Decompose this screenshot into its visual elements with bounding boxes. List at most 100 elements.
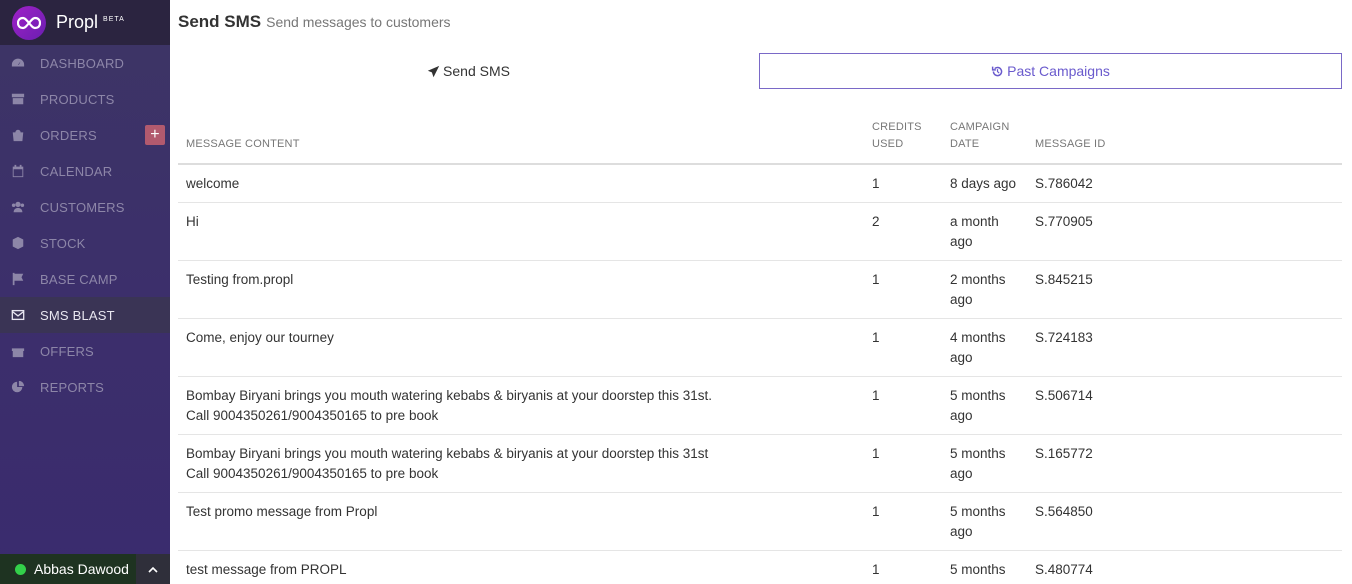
sidebar-item-calendar[interactable]: CALENDAR [0, 153, 170, 189]
user-menu-toggle[interactable] [136, 554, 170, 584]
tab-past-campaigns[interactable]: Past Campaigns [759, 53, 1342, 89]
envelope-icon [10, 307, 26, 323]
sidebar-item-label: CALENDAR [40, 163, 113, 179]
cube-icon [10, 235, 26, 251]
tab-send-sms[interactable]: Send SMS [178, 53, 759, 89]
date-cell: 5 months ago [942, 492, 1027, 551]
message-content-cell: Testing from.propl [178, 260, 864, 319]
online-status-icon [15, 563, 26, 575]
message-id-cell: S.564850 [1027, 492, 1342, 551]
main-content: Send SMS Send messages to customers Send… [170, 0, 1352, 584]
table-row[interactable]: Bombay Biryani brings you mouth watering… [178, 376, 1342, 435]
gift-icon [10, 343, 26, 359]
table-header-row: MESSAGE CONTENT CREDITS USED CAMPAIGN DA… [178, 115, 1342, 165]
message-content-cell: welcome [178, 163, 864, 203]
column-header-credits-used[interactable]: CREDITS USED [864, 115, 942, 165]
sidebar-item-label: ORDERS [40, 127, 97, 143]
message-content-cell: Test promo message from Propl [178, 492, 864, 551]
sidebar-item-stock[interactable]: STOCK [0, 225, 170, 261]
tab-label: Send SMS [443, 63, 510, 79]
date-cell: 5 months ago [942, 376, 1027, 435]
sidebar-item-label: STOCK [40, 235, 86, 251]
sidebar: Propl BETA DASHBOARD PRODUCTS ORDERS + C… [0, 0, 170, 584]
table-row[interactable]: Hi 2 a month ago S.770905 [178, 202, 1342, 261]
credits-cell: 2 [864, 202, 942, 261]
sidebar-item-label: SMS BLAST [40, 307, 115, 323]
shopping-bag-icon [10, 127, 26, 143]
date-cell: 4 months ago [942, 318, 1027, 377]
message-content-cell: Hi [178, 202, 864, 261]
sidebar-item-customers[interactable]: CUSTOMERS [0, 189, 170, 225]
pie-chart-icon [10, 379, 26, 395]
campaigns-table: MESSAGE CONTENT CREDITS USED CAMPAIGN DA… [178, 115, 1342, 584]
date-cell: 2 months ago [942, 260, 1027, 319]
add-order-button[interactable]: + [145, 125, 165, 145]
credits-cell: 1 [864, 260, 942, 319]
credits-cell: 1 [864, 434, 942, 493]
date-cell: 5 months ago [942, 434, 1027, 493]
dashboard-icon [10, 55, 26, 71]
tabs: Send SMS Past Campaigns [178, 53, 1342, 89]
message-id-cell: S.724183 [1027, 318, 1342, 377]
sidebar-item-label: PRODUCTS [40, 91, 115, 107]
message-id-cell: S.845215 [1027, 260, 1342, 319]
sidebar-nav: DASHBOARD PRODUCTS ORDERS + CALENDAR CUS… [0, 45, 170, 405]
sidebar-item-sms-blast[interactable]: SMS BLAST [0, 297, 170, 333]
credits-cell: 1 [864, 492, 942, 551]
tab-label: Past Campaigns [1007, 63, 1110, 79]
user-bar: Abbas Dawood [0, 554, 170, 584]
date-cell: 8 days ago [942, 163, 1027, 203]
calendar-icon [10, 163, 26, 179]
sidebar-item-products[interactable]: PRODUCTS [0, 81, 170, 117]
sidebar-item-label: CUSTOMERS [40, 199, 125, 215]
sidebar-item-orders[interactable]: ORDERS + [0, 117, 170, 153]
message-content-cell: test message from PROPL [178, 550, 864, 584]
paper-plane-icon [427, 65, 440, 77]
credits-cell: 1 [864, 318, 942, 377]
credits-cell: 1 [864, 376, 942, 435]
table-row[interactable]: Bombay Biryani brings you mouth watering… [178, 434, 1342, 493]
message-content-cell: Come, enjoy our tourney [178, 318, 864, 377]
beta-badge: BETA [103, 16, 125, 23]
user-menu[interactable]: Abbas Dawood [0, 554, 136, 584]
sidebar-item-reports[interactable]: REPORTS [0, 369, 170, 405]
brand[interactable]: Propl BETA [0, 0, 170, 45]
chevron-up-icon [148, 566, 158, 573]
sidebar-item-base-camp[interactable]: BASE CAMP [0, 261, 170, 297]
infinity-logo-icon [12, 5, 46, 40]
sidebar-item-label: DASHBOARD [40, 55, 125, 71]
users-icon [10, 199, 26, 215]
table-row[interactable]: welcome 1 8 days ago S.786042 [178, 163, 1342, 203]
table-row[interactable]: test message from PROPL 1 5 months ago S… [178, 550, 1342, 584]
message-id-cell: S.786042 [1027, 163, 1342, 203]
message-id-cell: S.165772 [1027, 434, 1342, 493]
table-row[interactable]: Come, enjoy our tourney 1 4 months ago S… [178, 318, 1342, 377]
brand-name: Propl [56, 12, 99, 32]
history-icon [992, 66, 1003, 76]
archive-icon [10, 91, 26, 107]
sidebar-item-dashboard[interactable]: DASHBOARD [0, 45, 170, 81]
page-subtitle: Send messages to customers [266, 14, 451, 30]
message-id-cell: S.770905 [1027, 202, 1342, 261]
table-row[interactable]: Test promo message from Propl 1 5 months… [178, 492, 1342, 551]
column-header-message-content[interactable]: MESSAGE CONTENT [178, 115, 864, 165]
message-id-cell: S.506714 [1027, 376, 1342, 435]
sidebar-item-label: REPORTS [40, 379, 105, 395]
sidebar-item-label: BASE CAMP [40, 271, 118, 287]
column-header-campaign-date[interactable]: CAMPAIGN DATE [942, 115, 1027, 165]
credits-cell: 1 [864, 550, 942, 584]
sidebar-item-offers[interactable]: OFFERS [0, 333, 170, 369]
message-content-cell: Bombay Biryani brings you mouth watering… [178, 434, 864, 493]
date-cell: a month ago [942, 202, 1027, 261]
page-title: Send SMS [178, 12, 262, 31]
sidebar-item-label: OFFERS [40, 343, 94, 359]
date-cell: 5 months ago [942, 550, 1027, 584]
user-name: Abbas Dawood [34, 561, 129, 577]
column-header-message-id[interactable]: MESSAGE ID [1027, 115, 1342, 165]
message-id-cell: S.480774 [1027, 550, 1342, 584]
credits-cell: 1 [864, 163, 942, 203]
message-content-cell: Bombay Biryani brings you mouth watering… [178, 376, 864, 435]
table-row[interactable]: Testing from.propl 1 2 months ago S.8452… [178, 260, 1342, 319]
flag-icon [10, 271, 26, 287]
page-header: Send SMS Send messages to customers [178, 12, 451, 32]
